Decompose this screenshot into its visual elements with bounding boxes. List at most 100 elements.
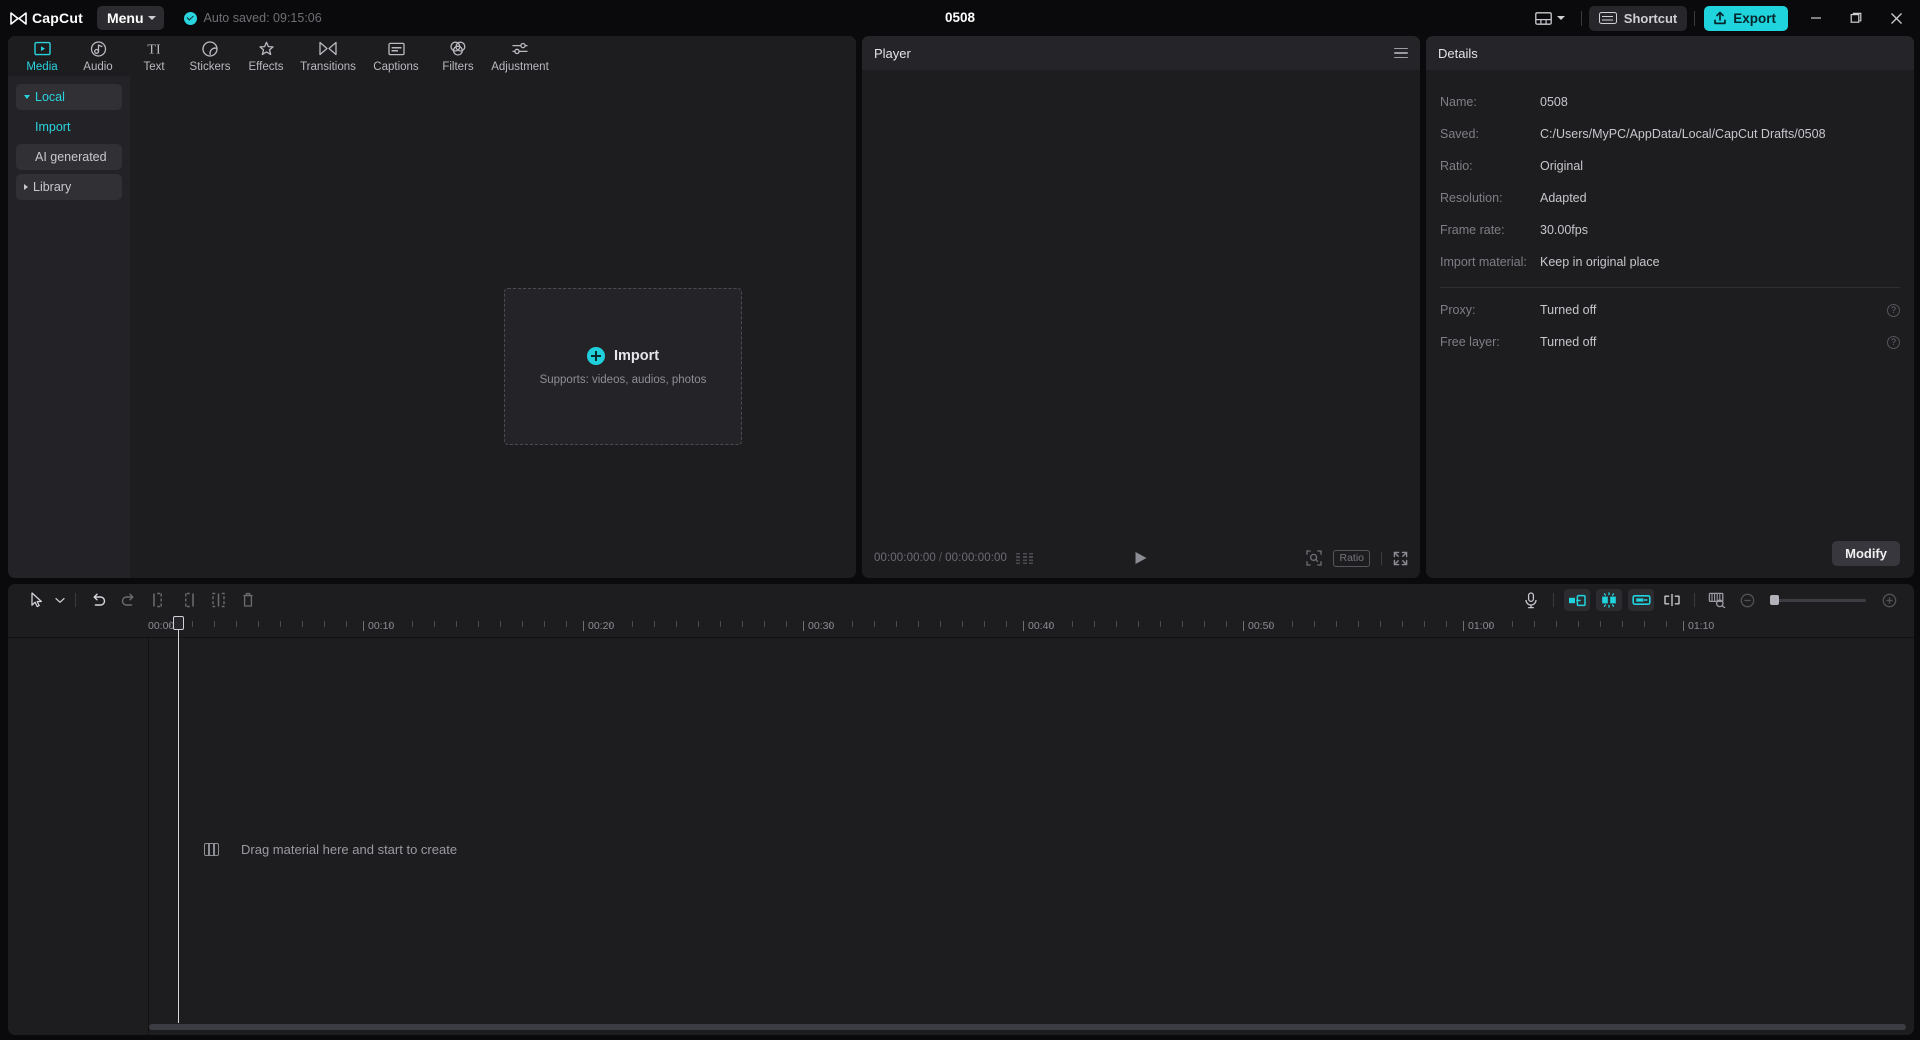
playhead[interactable] bbox=[178, 616, 179, 1023]
minimize-button[interactable] bbox=[1796, 0, 1836, 36]
auto-cut-icon bbox=[1600, 592, 1618, 608]
detail-row-ratio: Ratio: Original bbox=[1440, 150, 1900, 182]
ruler-tick bbox=[896, 621, 897, 627]
play-icon[interactable] bbox=[1136, 552, 1147, 564]
help-icon[interactable]: ? bbox=[1887, 304, 1900, 317]
export-button[interactable]: Export bbox=[1704, 6, 1788, 31]
capcut-window: CapCut Menu Auto saved: 09:15:06 0508 Sh… bbox=[0, 0, 1920, 1040]
crop-zoom-icon[interactable] bbox=[1306, 550, 1322, 566]
ruler-label: 01:10 bbox=[1688, 620, 1714, 632]
tab-label: Stickers bbox=[190, 61, 231, 73]
player-timecode: 00:00:00:00/00:00:00:00 bbox=[874, 552, 1007, 564]
modify-button[interactable]: Modify bbox=[1832, 541, 1900, 566]
timecode-mode-icon[interactable] bbox=[1016, 553, 1033, 564]
tab-audio[interactable]: Audio bbox=[70, 39, 126, 76]
window-controls bbox=[1796, 0, 1916, 36]
sidebar-item-ai-generated[interactable]: AI generated bbox=[16, 144, 122, 170]
help-icon[interactable]: ? bbox=[1887, 336, 1900, 349]
sticker-icon bbox=[202, 39, 218, 58]
export-icon bbox=[1713, 11, 1727, 25]
tab-stickers[interactable]: Stickers bbox=[182, 39, 238, 76]
auto-cut-button[interactable] bbox=[1596, 589, 1622, 611]
undo-button[interactable] bbox=[83, 588, 113, 612]
horizontal-scrollbar[interactable] bbox=[149, 1024, 1906, 1030]
playhead-handle[interactable] bbox=[173, 616, 184, 630]
tab-transitions[interactable]: Transitions bbox=[294, 39, 362, 76]
ruler-tick bbox=[1204, 621, 1205, 627]
ruler-tick bbox=[258, 621, 259, 627]
divider bbox=[1694, 593, 1695, 607]
ruler-tick bbox=[236, 621, 237, 627]
check-circle-icon bbox=[184, 12, 197, 25]
chevron-down-icon bbox=[1557, 16, 1565, 20]
filters-icon bbox=[449, 39, 467, 58]
ruler-tick bbox=[1578, 621, 1579, 627]
ruler-tick bbox=[1116, 621, 1117, 627]
ruler-tick bbox=[544, 621, 545, 627]
preview-toggle-button[interactable] bbox=[1702, 588, 1732, 612]
track-header-divider bbox=[148, 638, 149, 1035]
ruler-tick bbox=[302, 621, 303, 627]
tab-filters[interactable]: Filters bbox=[430, 39, 486, 76]
divider bbox=[1553, 593, 1554, 607]
delete-button[interactable] bbox=[233, 588, 263, 612]
timeline-tracks[interactable]: Drag material here and start to create bbox=[8, 638, 1914, 1035]
hamburger-menu-icon[interactable] bbox=[1394, 48, 1408, 59]
snap-start-button[interactable] bbox=[1564, 589, 1590, 611]
tab-label: Audio bbox=[83, 61, 112, 73]
select-tool-dropdown[interactable] bbox=[52, 588, 68, 612]
link-clips-button[interactable] bbox=[1628, 589, 1654, 611]
tab-captions[interactable]: Captions bbox=[362, 39, 430, 76]
sidebar-item-library[interactable]: Library bbox=[16, 174, 122, 200]
ruler-tick bbox=[1138, 621, 1139, 627]
trim-left-button[interactable] bbox=[143, 588, 173, 612]
split-button[interactable] bbox=[203, 588, 233, 612]
detail-row-proxy: Proxy: Turned off ? bbox=[1440, 294, 1900, 326]
current-time: 00:00:00:00 bbox=[874, 552, 936, 564]
mirror-split-button[interactable] bbox=[1657, 588, 1687, 612]
tab-text[interactable]: TI Text bbox=[126, 39, 182, 76]
sidebar-item-local[interactable]: Local bbox=[16, 84, 122, 110]
tab-effects[interactable]: Effects bbox=[238, 39, 294, 76]
detail-row-name: Name: 0508 bbox=[1440, 86, 1900, 118]
details-panel: Details Name: 0508 Saved: C:/Users/MyPC/… bbox=[1426, 36, 1914, 578]
import-row: Import bbox=[587, 347, 659, 365]
ratio-badge[interactable]: Ratio bbox=[1333, 550, 1370, 567]
zoom-out-button[interactable] bbox=[1732, 588, 1762, 612]
detail-row-resolution: Resolution: Adapted bbox=[1440, 182, 1900, 214]
player-title: Player bbox=[874, 46, 911, 61]
shortcut-button[interactable]: Shortcut bbox=[1589, 6, 1687, 31]
detail-key: Proxy: bbox=[1440, 303, 1540, 317]
select-tool-button[interactable] bbox=[22, 588, 52, 612]
zoom-in-button[interactable] bbox=[1874, 588, 1904, 612]
sidebar-item-import[interactable]: Import bbox=[16, 114, 122, 140]
film-strip-icon bbox=[204, 843, 219, 856]
record-audio-button[interactable] bbox=[1516, 588, 1546, 612]
trim-right-button[interactable] bbox=[173, 588, 203, 612]
ruler-tick bbox=[1446, 621, 1447, 627]
menu-button[interactable]: Menu bbox=[97, 6, 164, 30]
ruler-tick bbox=[830, 621, 831, 627]
details-title: Details bbox=[1438, 46, 1478, 61]
redo-button[interactable] bbox=[113, 588, 143, 612]
fullscreen-icon[interactable] bbox=[1393, 551, 1408, 566]
maximize-button[interactable] bbox=[1836, 0, 1876, 36]
zoom-slider[interactable] bbox=[1770, 599, 1866, 602]
media-icon bbox=[34, 39, 51, 58]
close-button[interactable] bbox=[1876, 0, 1916, 36]
chevron-down-icon bbox=[148, 16, 156, 20]
keyboard-icon bbox=[1599, 12, 1617, 24]
import-subtitle: Supports: videos, audios, photos bbox=[540, 374, 707, 386]
detail-key: Saved: bbox=[1440, 127, 1540, 141]
timeline-placeholder[interactable]: Drag material here and start to create bbox=[204, 842, 457, 857]
player-header: Player bbox=[862, 36, 1420, 70]
ruler-tick bbox=[962, 621, 963, 627]
ruler-tick bbox=[1072, 621, 1073, 627]
tab-media[interactable]: Media bbox=[14, 39, 70, 76]
tab-adjustment[interactable]: Adjustment bbox=[486, 39, 554, 76]
layout-switch-button[interactable] bbox=[1526, 3, 1574, 33]
timeline-ruler[interactable]: 00:0000:1000:2000:3000:4000:5001:0001:10 bbox=[8, 616, 1914, 638]
zoom-slider-handle[interactable] bbox=[1770, 595, 1779, 605]
import-dropzone[interactable]: Import Supports: videos, audios, photos bbox=[504, 288, 742, 445]
player-stage[interactable] bbox=[862, 70, 1420, 538]
